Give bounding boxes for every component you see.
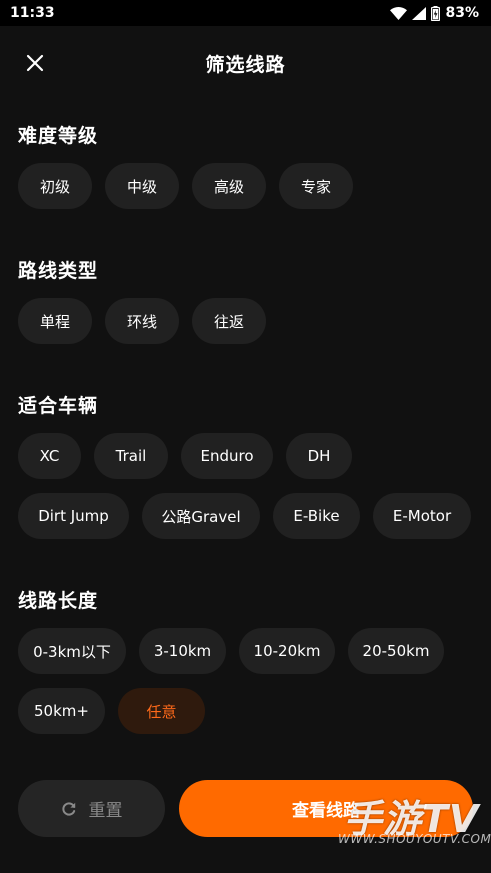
difficulty-options: 初级 中级 高级 专家 <box>18 163 353 209</box>
section-title-length: 线路长度 <box>18 590 99 612</box>
chip-vehicle-gravel[interactable]: 公路Gravel <box>142 493 260 539</box>
header: 筛选线路 <box>0 26 491 98</box>
page-title: 筛选线路 <box>205 54 286 76</box>
chip-length-50plus[interactable]: 50km+ <box>18 688 105 734</box>
chip-route-loop[interactable]: 环线 <box>105 298 179 344</box>
vehicle-options-row2: Dirt Jump 公路Gravel E-Bike E-Motor <box>18 493 471 539</box>
chip-vehicle-dh[interactable]: DH <box>286 433 352 479</box>
chip-difficulty-beginner[interactable]: 初级 <box>18 163 92 209</box>
chip-length-0-3[interactable]: 0-3km以下 <box>18 628 126 674</box>
chip-route-out-and-back[interactable]: 往返 <box>192 298 266 344</box>
reset-button[interactable]: 重置 <box>18 780 165 837</box>
battery-percent: 83% <box>445 5 479 21</box>
chip-vehicle-dirt-jump[interactable]: Dirt Jump <box>18 493 129 539</box>
status-bar: 11:33 83% <box>0 0 491 26</box>
chip-vehicle-trail[interactable]: Trail <box>94 433 168 479</box>
route-type-options: 单程 环线 往返 <box>18 298 266 344</box>
status-time: 11:33 <box>10 5 55 21</box>
chip-difficulty-advanced[interactable]: 高级 <box>192 163 266 209</box>
length-options-row2: 50km+ 任意 <box>18 688 205 734</box>
chip-vehicle-emotor[interactable]: E-Motor <box>373 493 471 539</box>
chip-vehicle-enduro[interactable]: Enduro <box>181 433 273 479</box>
vehicle-options-row1: XC Trail Enduro DH <box>18 433 352 479</box>
cell-signal-icon <box>412 6 427 20</box>
view-routes-button[interactable]: 查看线路 <box>179 780 473 837</box>
refresh-icon <box>61 801 75 816</box>
chip-vehicle-xc[interactable]: XC <box>18 433 81 479</box>
chip-length-3-10[interactable]: 3-10km <box>139 628 226 674</box>
section-title-vehicle: 适合车辆 <box>18 395 99 417</box>
chip-route-one-way[interactable]: 单程 <box>18 298 92 344</box>
view-routes-label: 查看线路 <box>292 801 360 821</box>
section-title-difficulty: 难度等级 <box>18 125 99 147</box>
status-icons: 83% <box>390 5 479 21</box>
chip-length-any[interactable]: 任意 <box>118 688 205 734</box>
battery-icon <box>431 5 441 21</box>
wifi-icon <box>390 6 408 20</box>
chip-vehicle-ebike[interactable]: E-Bike <box>273 493 360 539</box>
chip-difficulty-intermediate[interactable]: 中级 <box>105 163 179 209</box>
reset-label: 重置 <box>88 801 123 821</box>
chip-length-20-50[interactable]: 20-50km <box>348 628 444 674</box>
chip-difficulty-expert[interactable]: 专家 <box>279 163 353 209</box>
length-options-row1: 0-3km以下 3-10km 10-20km 20-50km <box>18 628 444 674</box>
chip-length-10-20[interactable]: 10-20km <box>239 628 335 674</box>
section-title-route-type: 路线类型 <box>18 260 99 282</box>
